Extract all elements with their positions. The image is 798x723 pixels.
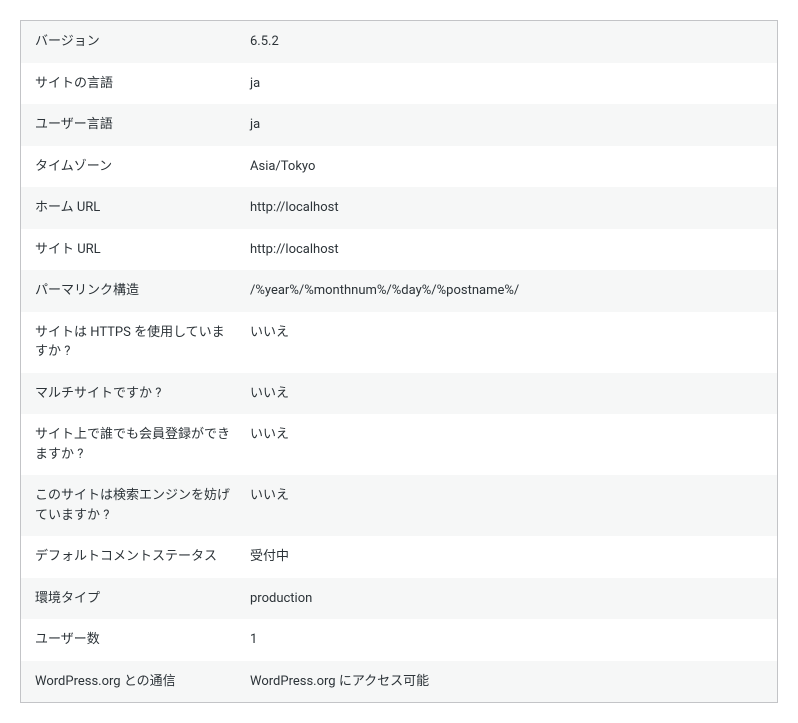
table-row: サイト URLhttp://localhost <box>21 229 777 271</box>
row-label: マルチサイトですか ? <box>21 373 246 415</box>
table-row: デフォルトコメントステータス受付中 <box>21 536 777 578</box>
row-label: ユーザー数 <box>21 619 246 661</box>
row-label: このサイトは検索エンジンを妨げていますか ? <box>21 475 246 536</box>
table-row: 環境タイプproduction <box>21 578 777 620</box>
table-row: ホーム URLhttp://localhost <box>21 187 777 229</box>
table-row: サイトの言語ja <box>21 63 777 105</box>
row-value: /%year%/%monthnum%/%day%/%postname%/ <box>246 270 777 312</box>
row-value: Asia/Tokyo <box>246 146 777 188</box>
info-table-body: バージョン6.5.2サイトの言語jaユーザー言語jaタイムゾーンAsia/Tok… <box>21 21 777 702</box>
site-health-info-table: バージョン6.5.2サイトの言語jaユーザー言語jaタイムゾーンAsia/Tok… <box>20 20 778 703</box>
row-label: タイムゾーン <box>21 146 246 188</box>
row-label: サイト URL <box>21 229 246 271</box>
row-label: ユーザー言語 <box>21 104 246 146</box>
row-value: 6.5.2 <box>246 21 777 63</box>
table-row: WordPress.org との通信WordPress.org にアクセス可能 <box>21 661 777 703</box>
row-value: http://localhost <box>246 187 777 229</box>
row-value: いいえ <box>246 312 777 373</box>
row-label: サイトは HTTPS を使用していますか ? <box>21 312 246 373</box>
row-value: ja <box>246 104 777 146</box>
row-value: ja <box>246 63 777 105</box>
info-table: バージョン6.5.2サイトの言語jaユーザー言語jaタイムゾーンAsia/Tok… <box>21 21 777 702</box>
table-row: ユーザー言語ja <box>21 104 777 146</box>
table-row: マルチサイトですか ?いいえ <box>21 373 777 415</box>
table-row: バージョン6.5.2 <box>21 21 777 63</box>
row-value: いいえ <box>246 414 777 475</box>
table-row: サイトは HTTPS を使用していますか ?いいえ <box>21 312 777 373</box>
row-value: 1 <box>246 619 777 661</box>
row-value: WordPress.org にアクセス可能 <box>246 661 777 703</box>
table-row: パーマリンク構造/%year%/%monthnum%/%day%/%postna… <box>21 270 777 312</box>
row-label: WordPress.org との通信 <box>21 661 246 703</box>
row-value: http://localhost <box>246 229 777 271</box>
row-label: デフォルトコメントステータス <box>21 536 246 578</box>
row-value: いいえ <box>246 373 777 415</box>
table-row: このサイトは検索エンジンを妨げていますか ?いいえ <box>21 475 777 536</box>
row-label: 環境タイプ <box>21 578 246 620</box>
row-label: サイトの言語 <box>21 63 246 105</box>
row-value: 受付中 <box>246 536 777 578</box>
row-label: ホーム URL <box>21 187 246 229</box>
row-label: パーマリンク構造 <box>21 270 246 312</box>
row-value: production <box>246 578 777 620</box>
row-value: いいえ <box>246 475 777 536</box>
row-label: サイト上で誰でも会員登録ができますか ? <box>21 414 246 475</box>
table-row: ユーザー数1 <box>21 619 777 661</box>
table-row: サイト上で誰でも会員登録ができますか ?いいえ <box>21 414 777 475</box>
table-row: タイムゾーンAsia/Tokyo <box>21 146 777 188</box>
row-label: バージョン <box>21 21 246 63</box>
